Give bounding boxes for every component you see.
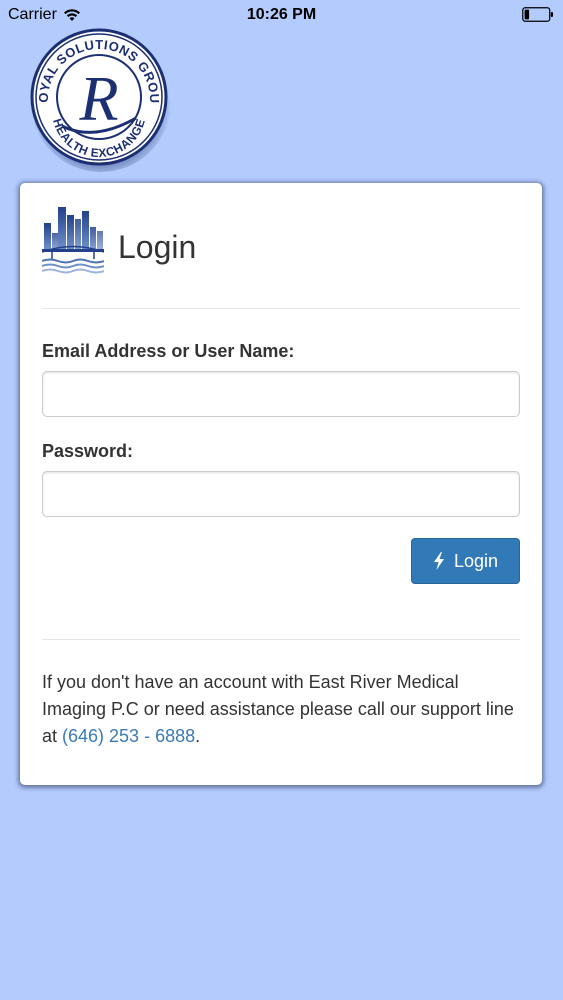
lightning-bolt-icon bbox=[433, 552, 444, 570]
login-card: Login Email Address or User Name: Passwo… bbox=[20, 183, 542, 785]
login-button-label: Login bbox=[453, 550, 499, 571]
help-text: If you don't have an account with East R… bbox=[42, 669, 526, 750]
brand-logo: ROYAL SOLUTIONS GROUP HEALTH EXCHANGE R bbox=[24, 22, 171, 172]
login-button[interactable]: Login bbox=[411, 538, 520, 584]
email-label: Email Address or User Name: bbox=[42, 341, 295, 361]
divider bbox=[42, 639, 520, 640]
logo-monogram: R bbox=[78, 63, 118, 134]
password-field[interactable] bbox=[42, 471, 520, 517]
support-phone-link[interactable]: (646) 253 - 6888 bbox=[62, 726, 195, 746]
password-label: Password: bbox=[42, 441, 134, 461]
help-text-end: . bbox=[195, 726, 201, 746]
skyline-bridge-icon bbox=[42, 207, 104, 274]
email-field[interactable] bbox=[42, 371, 520, 417]
battery-icon bbox=[522, 7, 553, 22]
card-header: Login bbox=[42, 203, 520, 309]
page-title: Login bbox=[118, 229, 197, 265]
